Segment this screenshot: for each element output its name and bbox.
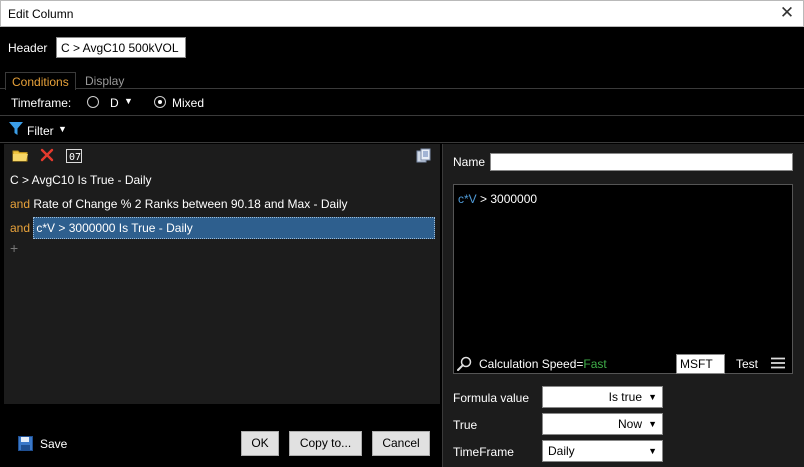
- svg-text:07: 07: [69, 152, 81, 163]
- condition-and: and: [10, 197, 31, 211]
- formula-pane: Name c*V > 3000000 Calculation Speed=Fas…: [442, 144, 804, 467]
- ok-button[interactable]: OK: [241, 431, 279, 456]
- folder-icon[interactable]: [12, 148, 29, 164]
- title-bar: Edit Column ✕: [0, 0, 804, 27]
- condition-item[interactable]: C > AvgC10 Is True - Daily: [10, 169, 152, 191]
- true-label: True: [453, 418, 478, 432]
- header-label: Header: [8, 41, 48, 55]
- test-button[interactable]: Test: [736, 357, 758, 371]
- chevron-down-icon: ▼: [648, 446, 657, 456]
- chevron-down-icon[interactable]: ▼: [124, 96, 133, 106]
- condition-text: Rate of Change % 2 Ranks between 90.18 a…: [33, 197, 348, 211]
- window-title: Edit Column: [8, 7, 74, 21]
- close-icon[interactable]: ✕: [777, 3, 797, 23]
- copy-to-button[interactable]: Copy to...: [289, 431, 362, 456]
- header-row: Header C > AvgC10 500kVOL: [0, 27, 804, 69]
- name-label: Name: [453, 155, 486, 169]
- search-icon[interactable]: [457, 356, 472, 374]
- timeframe-radio-mixed[interactable]: [154, 96, 166, 108]
- timeframe-d-label[interactable]: D: [110, 96, 119, 110]
- condition-text: C > AvgC10 Is True - Daily: [10, 173, 152, 187]
- timeframe-select[interactable]: Daily ▼: [542, 440, 663, 462]
- formula-highlight: c*V: [458, 192, 477, 206]
- true-select[interactable]: Now ▼: [542, 413, 663, 435]
- filter-label[interactable]: Filter: [27, 124, 54, 138]
- chevron-down-icon: ▼: [648, 419, 657, 429]
- conditions-pane: 07 C > AvgC10 Is True - Daily and Rate o…: [4, 144, 440, 404]
- timeframe-row: Timeframe: D ▼ Mixed: [0, 89, 804, 116]
- add-condition-button[interactable]: +: [10, 240, 18, 256]
- symbol-input[interactable]: MSFT: [676, 354, 725, 374]
- timeframe-label: Timeframe:: [11, 96, 72, 110]
- condition-item[interactable]: and Rate of Change % 2 Ranks between 90.…: [10, 193, 348, 215]
- header-input[interactable]: C > AvgC10 500kVOL: [56, 37, 186, 58]
- speed-label: Calculation Speed=Fast: [479, 357, 607, 371]
- formula-rest: > 3000000: [476, 192, 538, 206]
- delete-icon[interactable]: [40, 148, 57, 164]
- cancel-button[interactable]: Cancel: [372, 431, 430, 456]
- speed-value: Fast: [583, 357, 607, 371]
- filter-row: Filter ▼: [0, 116, 804, 143]
- timeframe-radio-d[interactable]: [87, 96, 99, 108]
- copy-icon[interactable]: [416, 148, 433, 164]
- formula-value-select[interactable]: Is true ▼: [542, 386, 663, 408]
- formula-value-label: Formula value: [453, 391, 530, 405]
- chevron-down-icon: ▼: [648, 392, 657, 402]
- name-input[interactable]: [490, 153, 793, 171]
- condition-item-selected[interactable]: and c*V > 3000000 Is True - Daily: [10, 217, 436, 239]
- formula-editor[interactable]: c*V > 3000000: [453, 184, 793, 374]
- tab-bar: Conditions Display: [0, 72, 804, 90]
- calculation-speed-row: Calculation Speed=Fast MSFT Test: [453, 352, 793, 374]
- save-label: Save: [40, 437, 68, 451]
- tab-conditions[interactable]: Conditions: [5, 72, 76, 90]
- timeframe-mixed-label[interactable]: Mixed: [172, 96, 204, 110]
- formula-text: c*V > 3000000: [458, 192, 537, 206]
- save-button[interactable]: Save: [18, 436, 67, 454]
- filter-icon[interactable]: [9, 122, 23, 139]
- condition-and: and: [10, 221, 31, 235]
- tab-display[interactable]: Display: [79, 72, 130, 89]
- save-icon: [18, 436, 33, 451]
- counter-icon[interactable]: 07: [66, 148, 83, 164]
- menu-icon[interactable]: [771, 357, 785, 372]
- chevron-down-icon[interactable]: ▼: [58, 124, 67, 134]
- condition-text: c*V > 3000000 Is True - Daily: [33, 217, 436, 239]
- timeframe-select-label: TimeFrame: [453, 445, 514, 459]
